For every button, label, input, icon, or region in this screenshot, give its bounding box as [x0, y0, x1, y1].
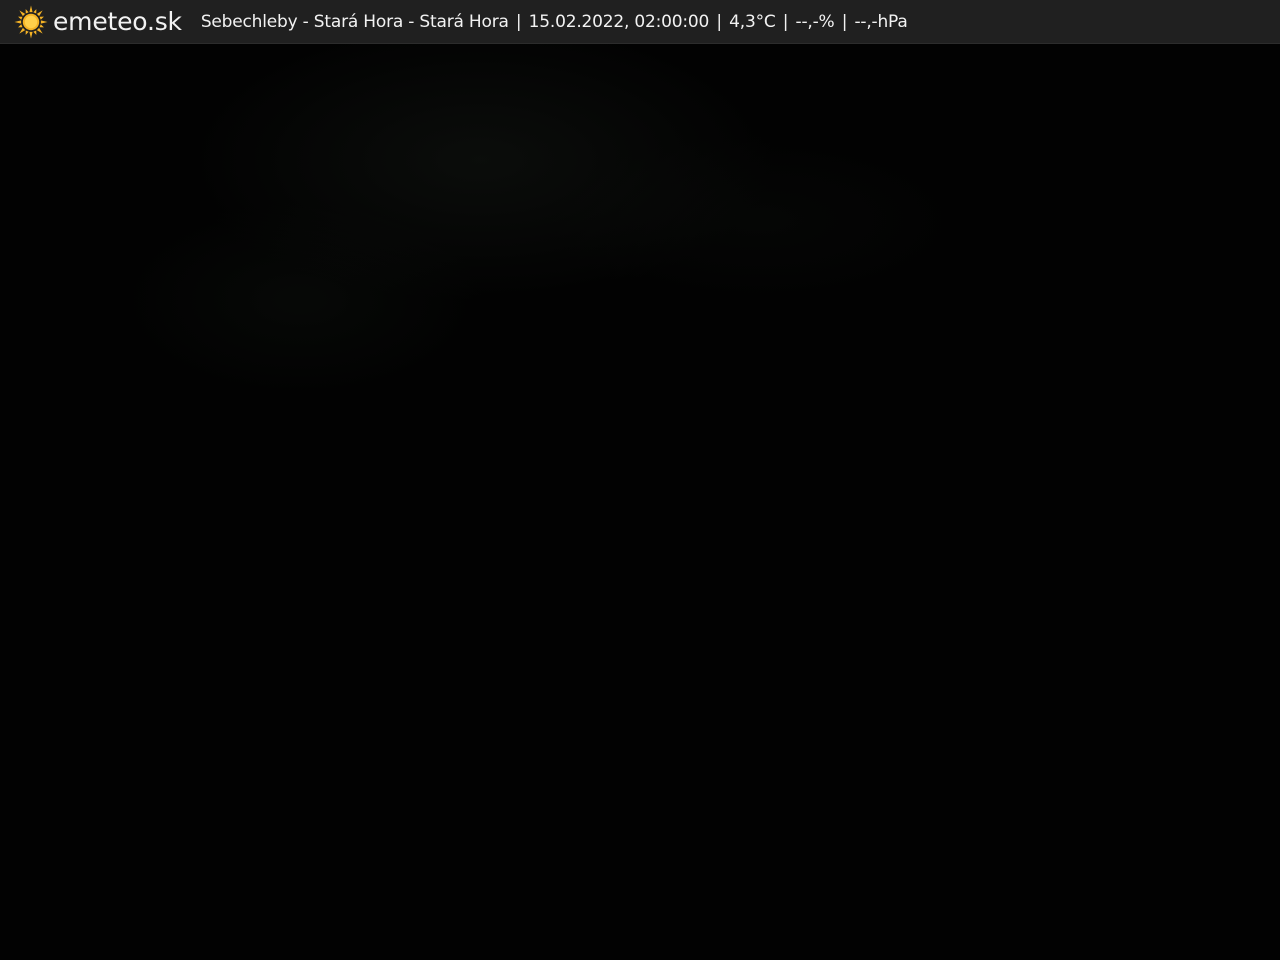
sun-ray — [18, 16, 23, 20]
sun-ray — [19, 27, 26, 34]
sun-icon — [14, 5, 48, 38]
webcam-frame: emeteo.sk Sebechleby - Stará Hora - Star… — [0, 0, 1280, 960]
webcam-image — [0, 0, 1280, 960]
location-name: Sebechleby - Stará Hora - Stará Hora — [200, 11, 509, 32]
sun-ray — [36, 27, 43, 34]
pressure-value: --,-hPa — [854, 11, 908, 32]
sun-ray — [19, 9, 26, 16]
separator: | — [782, 11, 789, 32]
sun-ray — [25, 8, 29, 13]
separator: | — [841, 11, 848, 32]
sun-ray — [14, 19, 22, 24]
info-overlay-bar: emeteo.sk Sebechleby - Stará Hora - Star… — [0, 0, 1280, 44]
sun-ray — [40, 19, 48, 24]
sun-ray — [29, 5, 33, 12]
brand-name: emeteo.sk — [53, 7, 182, 36]
temperature-value: 4,3°C — [729, 11, 776, 32]
timestamp: 15.02.2022, 02:00:00 — [528, 11, 710, 32]
separator: | — [515, 11, 522, 32]
sun-ray — [36, 9, 43, 16]
sun-ray — [25, 30, 29, 35]
station-caption: Sebechleby - Stará Hora - Stará Hora | 1… — [201, 12, 908, 32]
sun-ray — [18, 23, 23, 27]
sun-ray — [39, 23, 44, 27]
sun-ray — [29, 31, 33, 38]
sun-ray — [39, 16, 44, 20]
sun-ray — [33, 8, 37, 13]
separator: | — [716, 11, 722, 32]
logo: emeteo.sk — [14, 0, 182, 44]
sun-ray — [33, 30, 37, 35]
humidity-value: --,-% — [795, 11, 835, 32]
